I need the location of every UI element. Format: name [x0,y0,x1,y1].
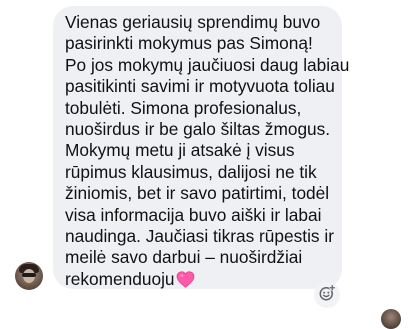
message-line: rūpimus klausimus, dalijosi ne tik [65,161,317,182]
message-line: pasitikinti savimi ir motyvuota toliau [65,76,335,97]
add-reaction-icon [318,284,336,307]
pink-heart-icon [176,271,195,293]
sender-avatar[interactable] [15,262,43,290]
message-line: meilė savo darbui – nuoširdžiai [65,247,303,268]
message-line: pasirinkti mokymus pas Simoną! [65,33,313,54]
message-line: visa informacija buvo aiški ir labai [65,204,322,225]
message-line: Mokymų metu ji atsakė į visus [65,140,295,161]
message-bubble[interactable]: Vienas geriausių sprendimų buvo pasirink… [53,6,350,289]
message-line: tobulėti. Simona profesionalus, [65,97,302,118]
participant-avatar[interactable] [381,309,401,329]
message-line-last: rekomenduoju [65,269,332,293]
avatar-sunglasses [22,273,36,277]
message-line: nuoširdus ir be galo šiltas žmogus. [65,119,331,140]
message-line: Po jos mokymų jaučiuosi daug labiau [65,54,350,75]
message-line: žiniomis, bet ir savo patirtimi, todėl [65,183,330,204]
message-line-text: rekomenduoju [65,268,175,289]
message-line: naudinga. Jaučiasi tikras rūpestis ir [65,226,334,247]
message-line: Vienas geriausių sprendimų buvo [65,12,321,32]
add-reaction-button[interactable] [314,282,340,308]
